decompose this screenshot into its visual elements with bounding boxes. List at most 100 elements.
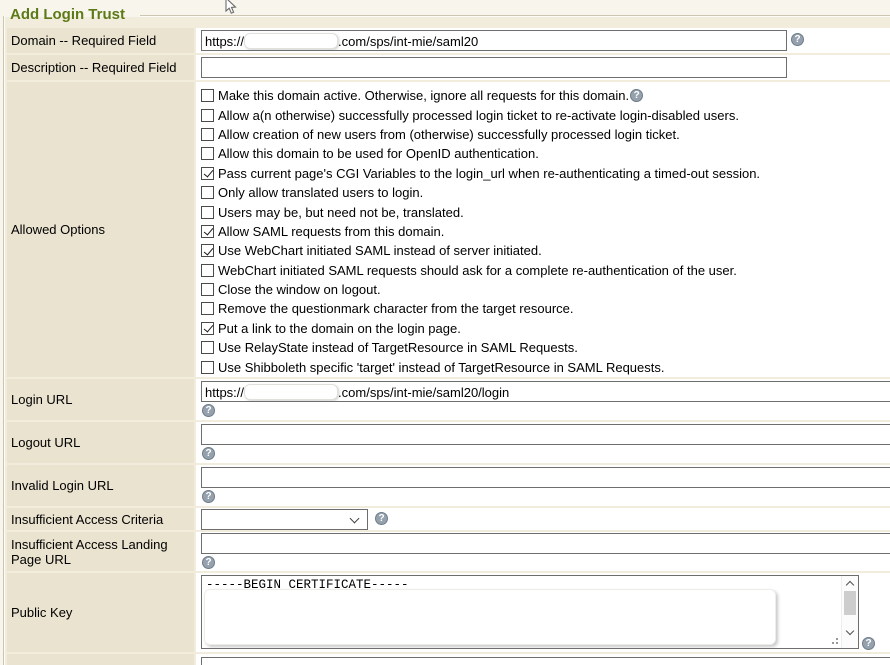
resize-grip-icon[interactable] bbox=[836, 642, 838, 644]
option-row: Remove the questionmark character from t… bbox=[201, 299, 890, 318]
option-row: Pass current page's CGI Variables to the… bbox=[201, 164, 890, 183]
domain-label-cell: Domain -- Required Field bbox=[7, 28, 194, 53]
option-row: Allow creation of new users from (otherw… bbox=[201, 125, 890, 144]
domain-label: Domain -- Required Field bbox=[11, 33, 156, 48]
public-key-label: Public Key bbox=[11, 605, 72, 620]
textarea-scrollbar[interactable] bbox=[841, 576, 858, 648]
checkbox[interactable] bbox=[201, 341, 214, 354]
option-row: Close the window on logout. bbox=[201, 280, 890, 299]
scrollbar-thumb[interactable] bbox=[844, 591, 856, 615]
public-key-redaction-box bbox=[204, 589, 776, 645]
option-label: Put a link to the domain on the login pa… bbox=[218, 321, 461, 336]
add-login-trust-page: Add Login Trust Domain -- Required Field… bbox=[0, 0, 890, 665]
login-url-label: Login URL bbox=[11, 392, 72, 407]
description-input[interactable] bbox=[201, 57, 787, 78]
invalid-login-url-label-cell: Invalid Login URL bbox=[7, 465, 194, 506]
domain-input[interactable]: https:// .com/sps/int-mie/saml20 bbox=[201, 30, 787, 51]
option-label: Only allow translated users to login. bbox=[218, 185, 423, 200]
option-row: Use RelayState instead of TargetResource… bbox=[201, 338, 890, 357]
insufficient-access-criteria-select[interactable] bbox=[201, 509, 368, 530]
logout-url-input[interactable] bbox=[201, 424, 890, 445]
checkbox[interactable] bbox=[201, 361, 214, 374]
description-label: Description -- Required Field bbox=[11, 60, 176, 75]
logout-url-label-cell: Logout URL bbox=[7, 422, 194, 463]
option-row: Use WebChart initiated SAML instead of s… bbox=[201, 241, 890, 260]
allowed-options-label-cell: Allowed Options bbox=[7, 82, 194, 377]
invalid-login-url-label: Invalid Login URL bbox=[11, 478, 114, 493]
domain-value-suffix: .com/sps/int-mie/saml20 bbox=[338, 34, 478, 49]
option-row: WebChart initiated SAML requests should … bbox=[201, 261, 890, 280]
fieldset-left-border bbox=[3, 16, 5, 665]
option-label: Allow creation of new users from (otherw… bbox=[218, 127, 680, 142]
checkbox[interactable] bbox=[201, 147, 214, 160]
insufficient-access-criteria-label-cell: Insufficient Access Criteria bbox=[7, 508, 194, 530]
option-label: Make this domain active. Otherwise, igno… bbox=[218, 88, 629, 103]
checkbox[interactable] bbox=[201, 109, 214, 122]
domain-help-icon[interactable]: ? bbox=[791, 33, 804, 46]
checkbox[interactable] bbox=[201, 322, 214, 335]
option-label: Allow a(n otherwise) successfully proces… bbox=[218, 108, 739, 123]
insufficient-access-criteria-help-icon[interactable]: ? bbox=[375, 512, 388, 525]
insufficient-access-landing-help-icon[interactable]: ? bbox=[202, 556, 215, 569]
checkbox[interactable] bbox=[201, 264, 214, 277]
option-row: Allow a(n otherwise) successfully proces… bbox=[201, 105, 890, 124]
option-row: Use Shibboleth specific 'target' instead… bbox=[201, 357, 890, 376]
option-label: Remove the questionmark character from t… bbox=[218, 301, 574, 316]
checkbox[interactable] bbox=[201, 283, 214, 296]
option-label: Use WebChart initiated SAML instead of s… bbox=[218, 243, 542, 258]
description-label-cell: Description -- Required Field bbox=[7, 55, 194, 80]
option-row: Allow this domain to be used for OpenID … bbox=[201, 144, 890, 163]
scroll-up-icon[interactable] bbox=[846, 581, 854, 589]
option-label: Use RelayState instead of TargetResource… bbox=[218, 340, 578, 355]
checkbox[interactable] bbox=[201, 206, 214, 219]
invalid-login-url-help-icon[interactable]: ? bbox=[202, 490, 215, 503]
option-label: Allow SAML requests from this domain. bbox=[218, 224, 444, 239]
logout-url-help-icon[interactable]: ? bbox=[202, 447, 215, 460]
page-title: Add Login Trust bbox=[10, 6, 125, 23]
option-row: Make this domain active. Otherwise, igno… bbox=[201, 86, 890, 105]
allowed-options-label: Allowed Options bbox=[11, 222, 105, 237]
option-label: Use Shibboleth specific 'target' instead… bbox=[218, 360, 664, 375]
domain-value-prefix: https:// bbox=[205, 34, 244, 49]
checkbox[interactable] bbox=[201, 128, 214, 141]
invalid-login-url-input[interactable] bbox=[201, 467, 890, 488]
checkbox[interactable] bbox=[201, 186, 214, 199]
checkbox[interactable] bbox=[201, 89, 214, 102]
option-label: WebChart initiated SAML requests should … bbox=[218, 263, 737, 278]
insufficient-access-landing-label-line1: Insufficient Access Landing bbox=[11, 537, 168, 552]
checkbox[interactable] bbox=[201, 167, 214, 180]
option-label: Allow this domain to be used for OpenID … bbox=[218, 146, 539, 161]
option-row: Users may be, but need not be, translate… bbox=[201, 202, 890, 221]
insufficient-access-landing-label-cell: Insufficient Access Landing Page URL bbox=[7, 532, 194, 571]
public-key-help-icon[interactable]: ? bbox=[862, 637, 875, 650]
option-help-icon[interactable]: ? bbox=[630, 89, 643, 102]
option-label: Users may be, but need not be, translate… bbox=[218, 205, 464, 220]
option-row: Only allow translated users to login. bbox=[201, 183, 890, 202]
scroll-down-icon[interactable] bbox=[846, 627, 854, 635]
login-url-input[interactable]: https:// .com/sps/int-mie/saml20/login bbox=[201, 381, 890, 402]
login-url-value-prefix: https:// bbox=[205, 385, 244, 400]
next-row-input[interactable] bbox=[201, 657, 890, 665]
checkbox[interactable] bbox=[201, 225, 214, 238]
option-row: Put a link to the domain on the login pa… bbox=[201, 319, 890, 338]
option-row: Allow SAML requests from this domain. bbox=[201, 222, 890, 241]
checkbox[interactable] bbox=[201, 302, 214, 315]
option-label: Pass current page's CGI Variables to the… bbox=[218, 166, 760, 181]
login-url-help-icon[interactable]: ? bbox=[202, 404, 215, 417]
mouse-cursor-icon bbox=[222, 0, 238, 15]
insufficient-access-criteria-label: Insufficient Access Criteria bbox=[11, 512, 163, 527]
logout-url-label: Logout URL bbox=[11, 435, 80, 450]
login-url-value-suffix: .com/sps/int-mie/saml20/login bbox=[338, 385, 509, 400]
insufficient-access-landing-label-line2: Page URL bbox=[11, 552, 71, 567]
insufficient-access-landing-input[interactable] bbox=[201, 533, 890, 554]
checkbox[interactable] bbox=[201, 244, 214, 257]
allowed-options-list: Make this domain active. Otherwise, igno… bbox=[196, 82, 890, 377]
chevron-down-icon bbox=[350, 514, 360, 524]
login-url-label-cell: Login URL bbox=[7, 379, 194, 420]
fieldset-legend-line bbox=[140, 15, 890, 17]
login-url-redaction-box bbox=[244, 384, 338, 400]
domain-redaction-box bbox=[244, 33, 338, 49]
public-key-textarea[interactable]: -----BEGIN CERTIFICATE----- bbox=[201, 575, 859, 649]
option-label: Close the window on logout. bbox=[218, 282, 381, 297]
next-row-label-cell bbox=[7, 654, 194, 665]
